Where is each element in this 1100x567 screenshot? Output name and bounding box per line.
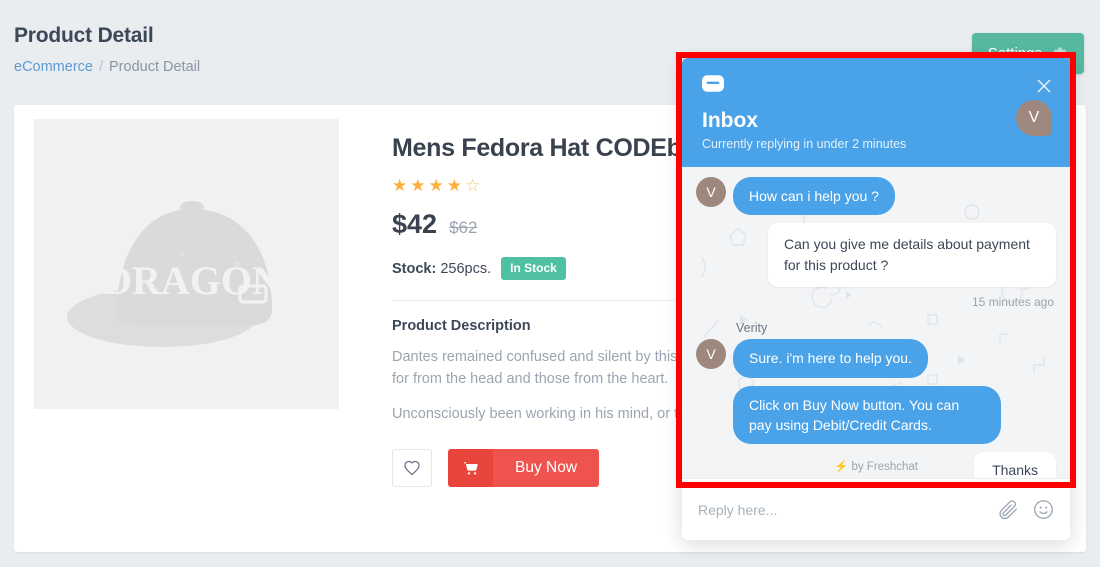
avatar: V <box>696 339 726 370</box>
star-filled: ★ <box>410 176 429 195</box>
chat-message-user-1: Can you give me details about payment fo… <box>696 223 1056 288</box>
chat-input-bar <box>682 478 1070 540</box>
breadcrumb-current: Product Detail <box>109 59 201 75</box>
chat-message-agent-3: Click on Buy Now button. You can pay usi… <box>696 385 1056 445</box>
buy-now-button[interactable]: Buy Now <box>448 449 600 488</box>
page-header: Product Detail eCommerce / Product Detail <box>14 24 200 75</box>
chat-subtitle: Currently replying in under 2 minutes <box>702 137 907 151</box>
chat-message-agent-1: V How can i help you ? <box>696 177 1056 216</box>
paperclip-icon[interactable] <box>998 499 1019 520</box>
stock-value: 256pcs. <box>440 260 492 277</box>
avatar: V <box>1016 100 1052 136</box>
freshchat-branding: ⚡ by Freshchat <box>682 459 1070 473</box>
avatar-initial: V <box>706 184 716 200</box>
freshchat-label: by Freshchat <box>851 461 918 473</box>
buy-now-label: Buy Now <box>493 449 600 488</box>
lightning-icon: ⚡ <box>833 461 849 473</box>
chat-title: Inbox <box>702 109 758 132</box>
message-timestamp: 15 minutes ago <box>971 295 1054 310</box>
chat-header: Inbox Currently replying in under 2 minu… <box>682 58 1070 167</box>
agent-name-label: Verity <box>736 321 768 336</box>
product-image[interactable]: DRAGON <box>34 119 339 409</box>
avatar-initial: V <box>706 346 716 363</box>
avatar: V <box>696 177 726 207</box>
cap-illustration: DRAGON <box>66 201 281 347</box>
message-bubble: Click on Buy Now button. You can pay usi… <box>733 385 1001 445</box>
close-icon[interactable] <box>1036 78 1052 94</box>
page-title: Product Detail <box>14 24 154 47</box>
cart-icon <box>448 449 493 488</box>
star-filled: ★ <box>428 176 447 195</box>
message-bubble: Sure. i'm here to help you. <box>733 339 928 378</box>
chat-message-agent-2: V Sure. i'm here to help you. <box>696 339 1056 378</box>
avatar-initial: V <box>1028 109 1040 126</box>
chat-widget: Inbox Currently replying in under 2 minu… <box>682 58 1070 540</box>
message-bubble: Can you give me details about payment fo… <box>768 223 1056 288</box>
status-badge: In Stock <box>501 257 566 280</box>
chat-message-list[interactable]: V How can i help you ? Can you give me d… <box>682 167 1070 478</box>
stock-label: Stock: <box>392 260 437 277</box>
heart-icon <box>404 460 420 476</box>
wishlist-button[interactable] <box>392 449 432 488</box>
product-price-original: $62 <box>449 218 478 237</box>
stock-text: Stock: 256pcs. <box>392 261 491 277</box>
message-bubble: How can i help you ? <box>733 177 895 216</box>
message-bubble-icon <box>702 75 724 92</box>
star-filled: ★ <box>446 176 465 195</box>
smiley-icon[interactable] <box>1033 499 1054 520</box>
cap-logo-text: DRAGON <box>103 258 281 303</box>
star-empty: ☆ <box>465 176 484 195</box>
star-filled: ★ <box>392 176 411 195</box>
product-price: $42 <box>392 209 438 239</box>
breadcrumb-link-ecommerce[interactable]: eCommerce <box>14 59 93 75</box>
breadcrumb: eCommerce / Product Detail <box>14 59 200 75</box>
breadcrumb-separator: / <box>98 59 103 75</box>
reply-input[interactable] <box>698 501 984 518</box>
